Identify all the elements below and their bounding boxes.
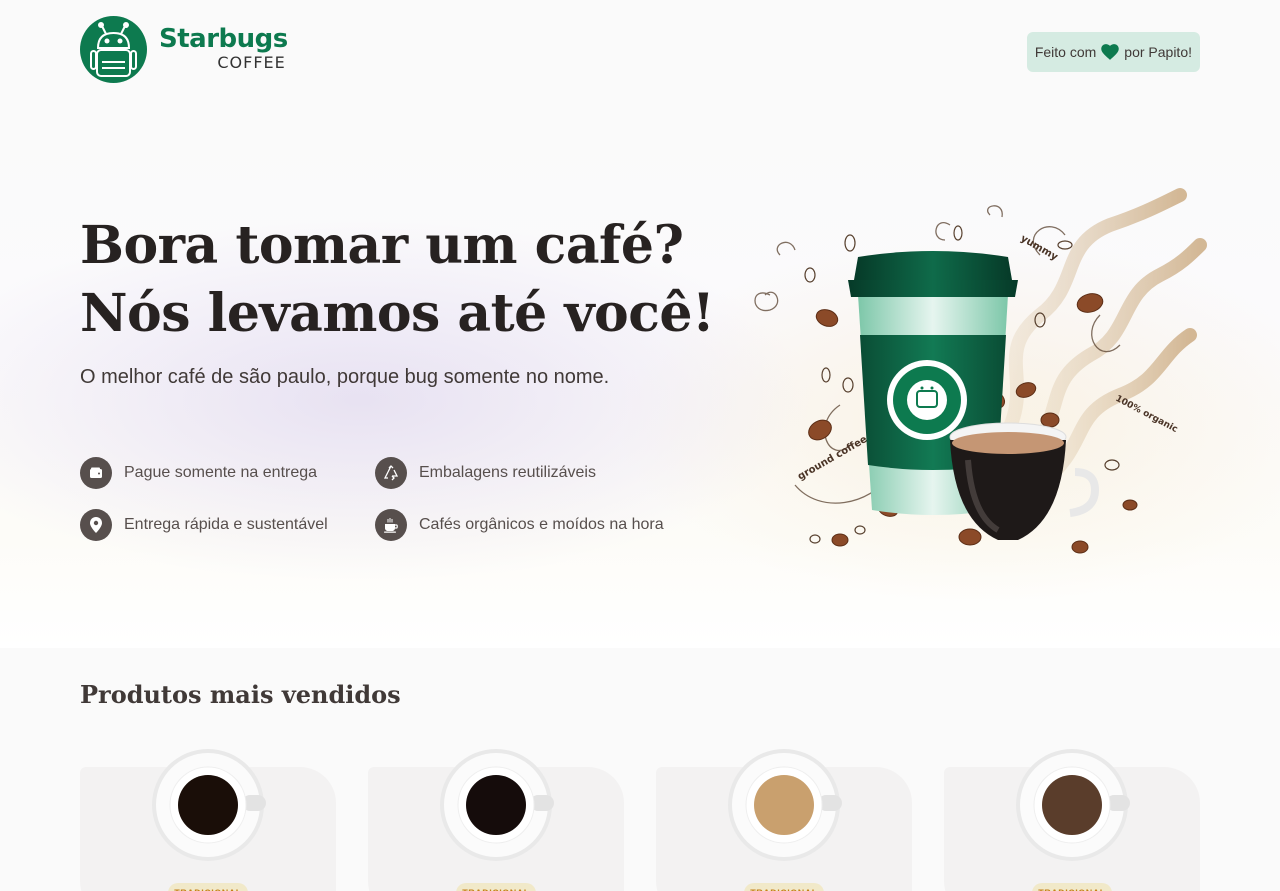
hero-title: Bora tomar um café? Nós levamos até você… [80, 212, 715, 348]
android-logo-icon [80, 16, 147, 83]
hero-subtitle: O melhor café de são paulo, porque bug s… [80, 366, 610, 388]
feature-payment: Pague somente na entrega [80, 457, 317, 489]
illustration-organic-text: 100% organic [1114, 394, 1180, 435]
header: Starbugs COFFEE Feito com por Papito! [80, 16, 1200, 84]
coffee-cup-icon [152, 749, 266, 861]
feature-packaging: Embalagens reutilizáveis [375, 457, 596, 489]
product-card[interactable]: TRADICIONAL [656, 749, 912, 891]
product-tag: TRADICIONAL [744, 883, 824, 891]
made-by-suffix: por Papito! [1124, 44, 1192, 60]
feature-label: Cafés orgânicos e moídos na hora [419, 516, 664, 533]
made-by-prefix: Feito com [1034, 44, 1097, 60]
recycle-icon [375, 457, 407, 489]
product-tag: TRADICIONAL [456, 883, 536, 891]
coffee-cup-icon [440, 749, 554, 861]
feature-delivery: Entrega rápida e sustentável [80, 509, 328, 541]
feature-label: Entrega rápida e sustentável [124, 516, 328, 533]
illustration-ground-text: ground coffee [796, 434, 869, 483]
illustration-yummy-text: yummy [1019, 233, 1060, 263]
wallet-icon [80, 457, 112, 489]
product-card[interactable]: TRADICIONAL [368, 749, 624, 891]
feature-label: Pague somente na entrega [124, 464, 318, 481]
product-card[interactable]: TRADICIONAL [80, 749, 336, 891]
logo[interactable]: Starbugs COFFEE [80, 16, 288, 83]
hero-coffee-illustration: yummy 100% organic ground coffee [740, 185, 1210, 565]
product-card[interactable]: TRADICIONAL [944, 749, 1200, 891]
feature-organic: Cafés orgânicos e moídos na hora [375, 509, 664, 541]
coffee-cup-icon [1016, 749, 1130, 861]
feature-label: Embalagens reutilizáveis [419, 464, 596, 481]
brand-sub: COFFEE [217, 52, 286, 72]
product-tag: TRADICIONAL [1032, 883, 1112, 891]
products-section-title: Produtos mais vendidos [80, 680, 401, 709]
coffee-icon [375, 509, 407, 541]
hero-title-line1: Bora tomar um café? [80, 215, 684, 276]
heart-icon [1101, 44, 1120, 60]
hero-title-line2: Nós levamos até você! [80, 283, 715, 344]
coffee-fill [178, 775, 238, 835]
product-tag: TRADICIONAL [168, 883, 248, 891]
map-pin-icon [80, 509, 112, 541]
coffee-cup-icon [728, 749, 842, 861]
brand-name: Starbugs [159, 23, 288, 54]
made-by-badge: Feito com por Papito! [1026, 32, 1200, 72]
